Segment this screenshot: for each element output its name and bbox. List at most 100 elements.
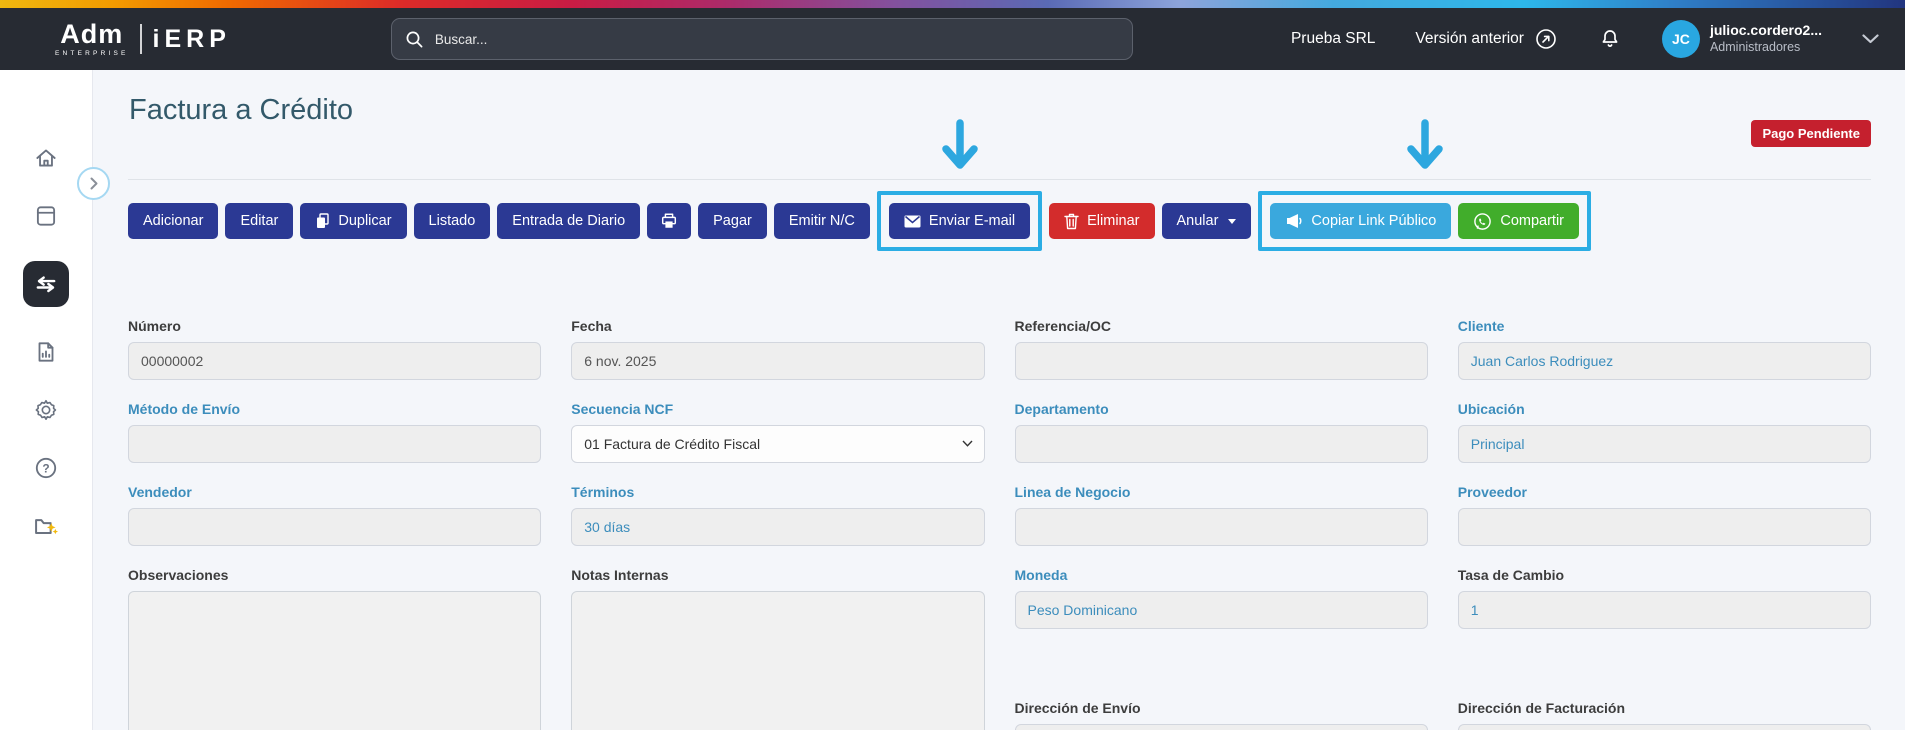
notas-internas-label: Notas Internas: [571, 567, 984, 583]
metodo-envio-input[interactable]: [128, 425, 541, 463]
caret-down-icon: [1228, 219, 1236, 224]
entrada-diario-button[interactable]: Entrada de Diario: [497, 203, 640, 239]
linea-negocio-input[interactable]: [1015, 508, 1428, 546]
topbar-right: Prueba SRL Versión anterior JC julioc.co…: [1291, 20, 1879, 58]
field-group-vendedor: Vendedor: [128, 484, 541, 546]
sidebar-item-settings[interactable]: [33, 397, 59, 423]
terminos-label: Términos: [571, 484, 984, 500]
whatsapp-icon: [1473, 212, 1492, 231]
sidebar-item-transactions[interactable]: [23, 261, 69, 307]
vendedor-input[interactable]: [128, 508, 541, 546]
report-icon: [33, 339, 59, 365]
invoice-form-bottom: Observaciones Notas Internas Moneda Tasa…: [128, 567, 1871, 730]
departamento-input[interactable]: [1015, 425, 1428, 463]
ubicacion-label: Ubicación: [1458, 401, 1871, 417]
eliminar-button[interactable]: Eliminar: [1049, 203, 1154, 239]
notifications-bell-icon[interactable]: [1598, 27, 1622, 51]
global-search[interactable]: [391, 18, 1133, 60]
ubicacion-input[interactable]: [1458, 425, 1871, 463]
field-group-numero: Número: [128, 318, 541, 380]
emitir-nc-button[interactable]: Emitir N/C: [774, 203, 870, 239]
sidebar-item-journal[interactable]: [33, 203, 59, 229]
field-group-notas-internas: Notas Internas: [571, 567, 984, 730]
direccion-facturacion-input[interactable]: [1458, 724, 1871, 730]
fecha-input[interactable]: [571, 342, 984, 380]
field-group-fecha: Fecha: [571, 318, 984, 380]
referencia-label: Referencia/OC: [1015, 318, 1428, 334]
svg-text:?: ?: [42, 461, 49, 475]
departamento-label: Departamento: [1015, 401, 1428, 417]
status-badge: Pago Pendiente: [1751, 120, 1871, 147]
direccion-facturacion-label: Dirección de Facturación: [1458, 700, 1871, 716]
terminos-input[interactable]: [571, 508, 984, 546]
field-group-direccion-envio: Dirección de Envío: [1015, 700, 1428, 730]
duplicar-button[interactable]: Duplicar: [300, 203, 406, 239]
referencia-input[interactable]: [1015, 342, 1428, 380]
editar-button[interactable]: Editar: [225, 203, 293, 239]
tasa-cambio-input[interactable]: [1458, 591, 1871, 629]
help-icon: ?: [33, 455, 59, 481]
printer-icon: [660, 212, 678, 230]
numero-label: Número: [128, 318, 541, 334]
chevron-down-icon[interactable]: [1862, 34, 1879, 44]
field-group-metodo-envio: Método de Envío: [128, 401, 541, 463]
secuencia-ncf-label: Secuencia NCF: [571, 401, 984, 417]
field-group-secuencia-ncf: Secuencia NCF 01 Factura de Crédito Fisc…: [571, 401, 984, 463]
print-button[interactable]: [647, 203, 691, 239]
field-group-ubicacion: Ubicación: [1458, 401, 1871, 463]
brand-gradient-strip: [0, 0, 1905, 8]
enviar-email-label: Enviar E-mail: [929, 213, 1015, 229]
adicionar-button[interactable]: Adicionar: [128, 203, 218, 239]
proveedor-input[interactable]: [1458, 508, 1871, 546]
notas-internas-textarea[interactable]: [571, 591, 984, 730]
invoice-form: Número Fecha Referencia/OC Cliente Métod…: [128, 318, 1871, 567]
tasa-cambio-label: Tasa de Cambio: [1458, 567, 1871, 583]
field-group-observaciones: Observaciones: [128, 567, 541, 730]
eliminar-label: Eliminar: [1087, 213, 1139, 229]
listado-button[interactable]: Listado: [414, 203, 491, 239]
journal-icon: [33, 203, 59, 229]
observaciones-textarea[interactable]: [128, 591, 541, 730]
anular-dropdown-button[interactable]: Anular: [1162, 203, 1252, 239]
anular-label: Anular: [1177, 213, 1219, 229]
main-content: Factura a Crédito Pago Pendiente Adicion…: [93, 70, 1905, 730]
enviar-email-highlight: Enviar E-mail: [877, 191, 1042, 251]
user-menu[interactable]: JC julioc.cordero2... Administradores: [1662, 20, 1822, 58]
previous-version-link[interactable]: Versión anterior: [1415, 27, 1558, 51]
previous-version-label: Versión anterior: [1415, 30, 1524, 48]
layout: ? Factura a Crédito Pago Pendiente Adici…: [0, 70, 1905, 730]
user-name: julioc.cordero2...: [1710, 22, 1822, 40]
topbar: Adm ENTERPRISE iERP Prueba SRL Versión a…: [0, 8, 1905, 70]
company-name[interactable]: Prueba SRL: [1291, 30, 1375, 48]
enviar-email-button[interactable]: Enviar E-mail: [889, 203, 1030, 239]
vendedor-label: Vendedor: [128, 484, 541, 500]
toolbar: Adicionar Editar Duplicar Listado Entrad…: [128, 188, 1871, 254]
sidebar-item-help[interactable]: ?: [33, 455, 59, 481]
app-logo[interactable]: Adm ENTERPRISE iERP: [55, 21, 231, 58]
compartir-button[interactable]: Compartir: [1458, 203, 1579, 239]
share-highlight: Copiar Link Público Compartir: [1258, 191, 1591, 251]
secuencia-ncf-select[interactable]: 01 Factura de Crédito Fiscal: [571, 425, 984, 463]
moneda-input[interactable]: [1015, 591, 1428, 629]
search-input[interactable]: [433, 31, 1119, 48]
field-group-referencia: Referencia/OC: [1015, 318, 1428, 380]
sidebar-item-smart-folder[interactable]: [33, 513, 59, 539]
sidebar-expand-button[interactable]: [77, 167, 110, 200]
search-icon: [405, 30, 424, 49]
transactions-icon: [32, 270, 60, 298]
direccion-envio-input[interactable]: [1015, 724, 1428, 730]
pagar-button[interactable]: Pagar: [698, 203, 767, 239]
copiar-link-publico-button[interactable]: Copiar Link Público: [1270, 203, 1451, 239]
cliente-input[interactable]: [1458, 342, 1871, 380]
sidebar-item-reports[interactable]: [33, 339, 59, 365]
logo-enterprise-text: ENTERPRISE: [55, 51, 129, 58]
sidebar: ?: [0, 70, 93, 730]
logo-adm: Adm ENTERPRISE: [55, 21, 129, 58]
field-group-moneda: Moneda: [1015, 567, 1428, 679]
sidebar-item-home[interactable]: [33, 145, 59, 171]
avatar: JC: [1662, 20, 1700, 58]
field-group-departamento: Departamento: [1015, 401, 1428, 463]
logo-divider: [140, 24, 142, 54]
numero-input[interactable]: [128, 342, 541, 380]
user-role: Administradores: [1710, 40, 1822, 56]
